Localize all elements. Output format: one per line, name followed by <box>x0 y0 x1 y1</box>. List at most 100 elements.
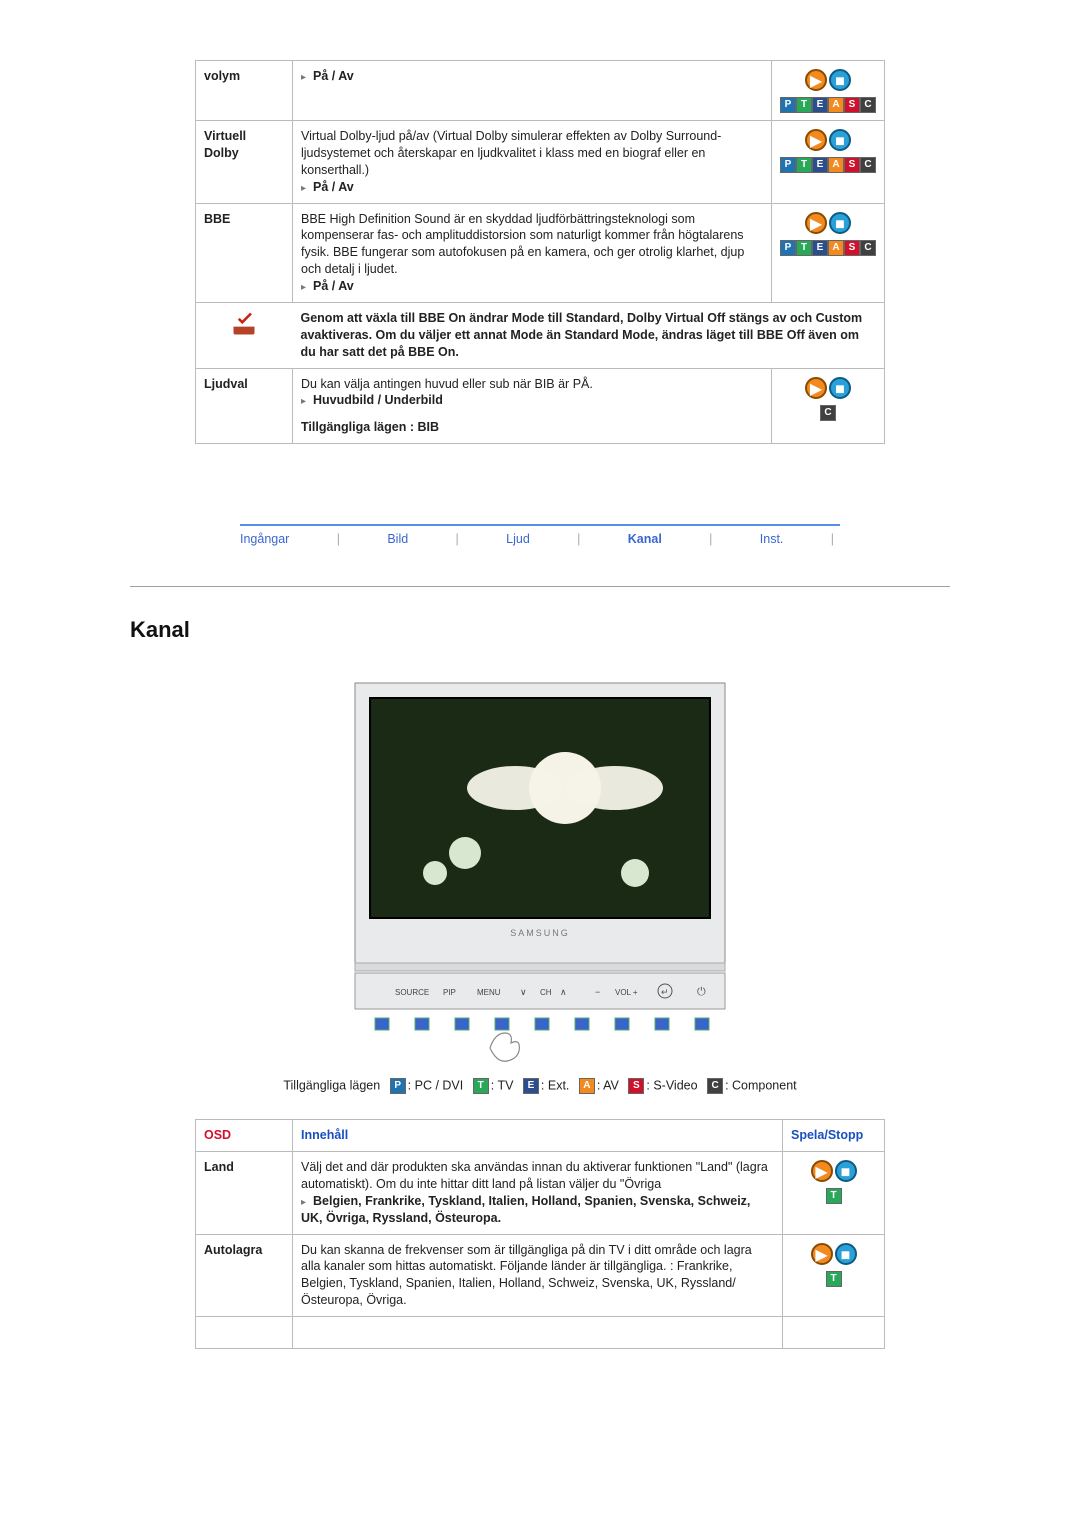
kanal-settings-table: OSD Innehåll Spela/Stopp Land Välj det a… <box>195 1119 885 1349</box>
row-icons: ▶■ PTEASC <box>772 61 885 121</box>
table-row: BBE BBE High Definition Sound är en skyd… <box>196 203 885 302</box>
svg-text:↵: ↵ <box>661 987 669 997</box>
hand-icon <box>490 1033 519 1061</box>
divider <box>130 586 950 587</box>
bullet-icon <box>301 68 309 76</box>
row-icons: ▶■ C <box>772 368 885 444</box>
badge-s: S <box>844 157 860 173</box>
table-row: Land Välj det and där produkten ska anvä… <box>196 1152 885 1235</box>
badge-c: C <box>707 1078 723 1094</box>
badge-a: A <box>828 97 844 113</box>
badge-s: S <box>844 97 860 113</box>
badge-t: T <box>796 157 812 173</box>
table-header-row: OSD Innehåll Spela/Stopp <box>196 1120 885 1152</box>
bullet-icon <box>301 392 309 400</box>
play-icon: ▶ <box>811 1160 833 1182</box>
col-innehall: Innehåll <box>293 1120 783 1152</box>
tv-illustration: SAMSUNG SOURCE PIP MENU ∨ CH ∧ − VOL + ↵… <box>325 673 755 1063</box>
table-row: Autolagra Du kan skanna de frekvenser so… <box>196 1234 885 1317</box>
badge-t: T <box>826 1188 842 1204</box>
stop-icon: ■ <box>835 1243 857 1265</box>
badge-e: E <box>812 97 828 113</box>
play-icon: ▶ <box>805 129 827 151</box>
svg-text:VOL +: VOL + <box>615 988 638 997</box>
badge-t: T <box>473 1078 489 1094</box>
badge-a: A <box>828 240 844 256</box>
table-row: volym På / Av ▶■ PTEASC <box>196 61 885 121</box>
badge-t: T <box>796 97 812 113</box>
bullet-icon <box>301 278 309 286</box>
row-label: Land <box>196 1152 293 1235</box>
row-label: Virtuell Dolby <box>196 121 293 204</box>
section-title: Kanal <box>130 617 950 643</box>
badge-c: C <box>860 157 876 173</box>
row-content: Virtual Dolby-ljud på/av (Virtual Dolby … <box>293 121 772 204</box>
tab-kanal[interactable]: Kanal <box>628 532 662 546</box>
svg-text:∧: ∧ <box>560 987 567 997</box>
row-label: Autolagra <box>196 1234 293 1317</box>
stop-icon: ■ <box>829 377 851 399</box>
badge-e: E <box>812 157 828 173</box>
badge-e: E <box>523 1078 539 1094</box>
table-row: Ljudval Du kan välja antingen huvud elle… <box>196 368 885 444</box>
badge-p: P <box>780 240 796 256</box>
stop-icon: ■ <box>829 69 851 91</box>
note-text: Genom att växla till BBE On ändrar Mode … <box>293 302 885 368</box>
stop-icon: ■ <box>835 1160 857 1182</box>
modes-legend: Tillgängliga lägen P: PC / DVI T: TV E: … <box>0 1078 1080 1094</box>
row-content: Välj det and där produkten ska användas … <box>293 1152 783 1235</box>
svg-text:⏻: ⏻ <box>697 986 706 998</box>
row-label: Ljudval <box>196 368 293 444</box>
table-row <box>196 1317 885 1349</box>
bullet-icon <box>301 179 309 187</box>
tab-ingangar[interactable]: Ingångar <box>240 532 289 546</box>
table-row: Virtuell Dolby Virtual Dolby-ljud på/av … <box>196 121 885 204</box>
row-label: BBE <box>196 203 293 302</box>
tv-ports-row <box>375 1018 709 1030</box>
badge-c: C <box>820 405 836 421</box>
play-icon: ▶ <box>805 212 827 234</box>
col-osd: OSD <box>196 1120 293 1152</box>
badge-c: C <box>860 240 876 256</box>
stop-icon: ■ <box>829 212 851 234</box>
badge-a: A <box>579 1078 595 1094</box>
play-icon: ▶ <box>805 377 827 399</box>
stop-icon: ■ <box>829 129 851 151</box>
svg-text:MENU: MENU <box>477 988 501 997</box>
col-spela: Spela/Stopp <box>783 1120 885 1152</box>
svg-text:∨: ∨ <box>520 987 527 997</box>
tab-inst[interactable]: Inst. <box>760 532 784 546</box>
badge-p: P <box>780 97 796 113</box>
tab-ljud[interactable]: Ljud <box>506 532 530 546</box>
badge-p: P <box>780 157 796 173</box>
row-icons: ▶■ PTEASC <box>772 121 885 204</box>
svg-text:SOURCE: SOURCE <box>395 988 429 997</box>
tv-brand: SAMSUNG <box>510 928 570 938</box>
sound-settings-table: volym På / Av ▶■ PTEASC Virtuell Dolby V… <box>195 60 885 444</box>
svg-text:CH: CH <box>540 988 552 997</box>
badge-s: S <box>844 240 860 256</box>
note-row: Genom att växla till BBE On ändrar Mode … <box>196 302 885 368</box>
row-icons: ▶■ T <box>783 1152 885 1235</box>
badge-t: T <box>826 1271 842 1287</box>
row-content: Du kan skanna de frekvenser som är tillg… <box>293 1234 783 1317</box>
tab-bild[interactable]: Bild <box>387 532 408 546</box>
row-content: Du kan välja antingen huvud eller sub nä… <box>293 368 772 444</box>
row-icons: ▶■ T <box>783 1234 885 1317</box>
badge-a: A <box>828 157 844 173</box>
section-tabs: Ingångar | Bild | Ljud | Kanal | Inst. | <box>240 524 840 546</box>
bullet-icon <box>301 1193 309 1201</box>
row-label: volym <box>196 61 293 121</box>
warning-check-icon <box>230 310 258 338</box>
badge-c: C <box>860 97 876 113</box>
badge-e: E <box>812 240 828 256</box>
badge-p: P <box>390 1078 406 1094</box>
row-content: BBE High Definition Sound är en skyddad … <box>293 203 772 302</box>
badge-s: S <box>628 1078 644 1094</box>
row-icons: ▶■ PTEASC <box>772 203 885 302</box>
play-icon: ▶ <box>811 1243 833 1265</box>
row-content: På / Av <box>293 61 772 121</box>
svg-text:−: − <box>595 987 600 997</box>
badge-t: T <box>796 240 812 256</box>
play-icon: ▶ <box>805 69 827 91</box>
